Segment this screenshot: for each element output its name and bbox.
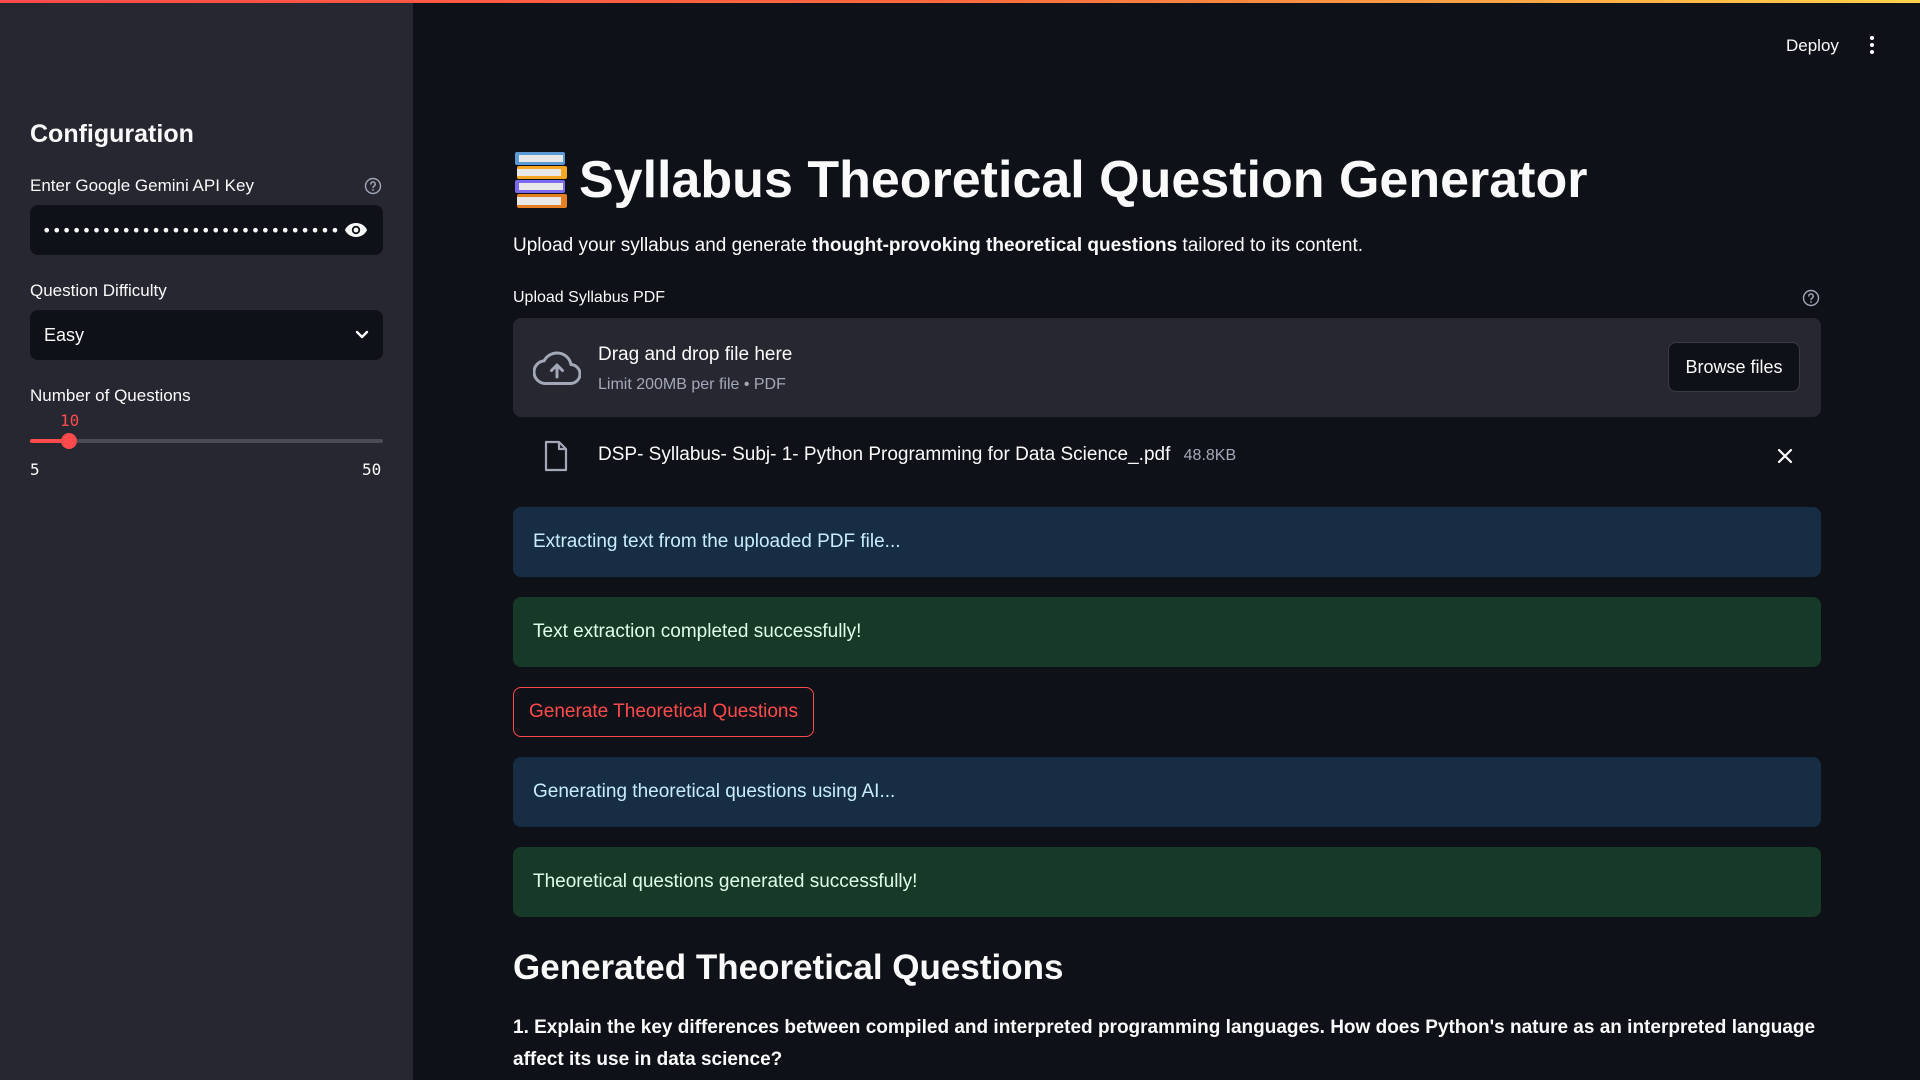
sidebar-title: Configuration [30,120,194,148]
chevron-down-icon [355,330,369,339]
page-subtitle: Upload your syllabus and generate though… [513,235,1364,256]
help-icon[interactable] [364,177,382,195]
alert-generated: Theoretical questions generated successf… [513,847,1821,917]
api-key-input[interactable] [42,220,341,240]
difficulty-select[interactable]: Easy [30,310,383,360]
generate-questions-button[interactable]: Generate Theoretical Questions [513,687,814,737]
difficulty-label: Question Difficulty [30,281,167,300]
slider-max-label: 50 [362,460,382,479]
slider-min-label: 5 [30,460,40,479]
upload-label: Upload Syllabus PDF [513,289,666,306]
alert-extracted: Text extraction completed successfully! [513,597,1821,667]
uploaded-file-row: DSP- Syllabus- Subj- 1- Python Programmi… [513,430,1821,480]
main-menu-button[interactable] [1860,33,1884,57]
page-title: Syllabus Theoretical Question Generator [579,151,1588,209]
num-questions-slider[interactable] [30,433,383,449]
slider-thumb[interactable] [61,433,78,449]
more-vert-icon [1870,36,1874,40]
page-title-row: Syllabus Theoretical Question Generator [513,145,1588,215]
api-key-field [30,205,383,255]
question-item: 1. Explain the key differences between c… [513,1017,1816,1070]
num-questions-label: Number of Questions [30,386,191,405]
file-size: 48.8KB [1183,447,1237,464]
sidebar: Configuration Enter Google Gemini API Ke… [0,0,413,1080]
file-dropzone[interactable]: Drag and drop file here Limit 200MB per … [513,318,1821,417]
deploy-button[interactable]: Deploy [1786,36,1839,56]
cloud-upload-icon [533,351,581,385]
api-key-label: Enter Google Gemini API Key [30,176,254,195]
dropzone-limit: Limit 200MB per file • PDF [598,376,786,393]
close-icon[interactable] [1775,446,1795,466]
difficulty-selected-value: Easy [44,324,85,345]
alert-extracting: Extracting text from the uploaded PDF fi… [513,507,1821,577]
browse-files-button[interactable]: Browse files [1668,342,1800,392]
books-icon [515,152,567,208]
eye-icon [345,223,367,237]
slider-value: 10 [60,411,80,430]
help-icon[interactable] [1802,289,1820,307]
dropzone-title: Drag and drop file here [598,344,793,365]
top-decoration-bar [0,0,1920,3]
alert-generating: Generating theoretical questions using A… [513,757,1821,827]
toggle-visibility-button[interactable] [341,215,371,245]
subtitle-emphasis: thought-provoking theoretical questions [811,235,1178,256]
file-name: DSP- Syllabus- Subj- 1- Python Programmi… [598,444,1171,465]
results-heading: Generated Theoretical Questions [513,948,1064,987]
file-icon [544,440,568,472]
